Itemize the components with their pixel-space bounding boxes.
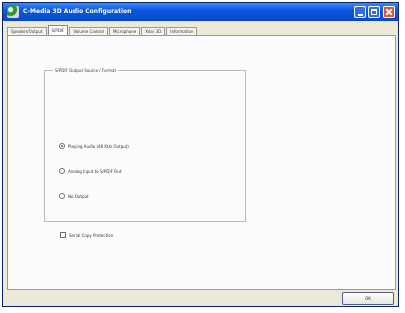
- copy-protection-checkbox[interactable]: [60, 232, 66, 238]
- tab-strip: Speaker/Output S/PDIF Volume Control Mic…: [7, 25, 396, 35]
- spdif-panel: S/PDIF Output Source / Format Playing Au…: [7, 35, 396, 290]
- spdif-output-groupbox: S/PDIF Output Source / Format Playing Au…: [44, 67, 246, 222]
- maximize-button[interactable]: [368, 6, 380, 18]
- minimize-button[interactable]: [354, 6, 366, 18]
- tab-information[interactable]: Information: [166, 27, 198, 35]
- title-bar[interactable]: C-Media 3D Audio Configuration: [3, 3, 398, 21]
- radio-playing-audio[interactable]: Playing Audio (48 KHz Output): [59, 142, 129, 150]
- radio-label: Analog Input to S/PDIF Out: [68, 168, 122, 174]
- app-icon: [7, 6, 19, 18]
- radio-button[interactable]: [59, 143, 65, 149]
- window-title: C-Media 3D Audio Configuration: [23, 8, 132, 15]
- radio-label: Playing Audio (48 KHz Output): [68, 143, 129, 149]
- tab-microphone[interactable]: Microphone: [108, 27, 141, 35]
- radio-no-output[interactable]: No Output: [59, 192, 89, 200]
- close-button[interactable]: [383, 6, 395, 18]
- copy-protection-option[interactable]: Serial Copy Protection: [60, 231, 113, 239]
- radio-label: No Output: [68, 193, 89, 199]
- tab-xear-3d[interactable]: Xear 3D: [141, 27, 166, 35]
- tab-spdif[interactable]: S/PDIF: [47, 25, 69, 35]
- tab-volume-control[interactable]: Volume Control: [69, 27, 108, 35]
- radio-button[interactable]: [59, 168, 65, 174]
- radio-button[interactable]: [59, 193, 65, 199]
- copy-protection-label: Serial Copy Protection: [69, 232, 114, 238]
- radio-analog-input[interactable]: Analog Input to S/PDIF Out: [59, 167, 121, 175]
- groupbox-title: S/PDIF Output Source / Format: [53, 67, 119, 74]
- ok-button[interactable]: OK: [342, 292, 394, 305]
- config-window: C-Media 3D Audio Configuration Speaker/O…: [2, 2, 399, 307]
- tab-speaker-output[interactable]: Speaker/Output: [7, 27, 47, 35]
